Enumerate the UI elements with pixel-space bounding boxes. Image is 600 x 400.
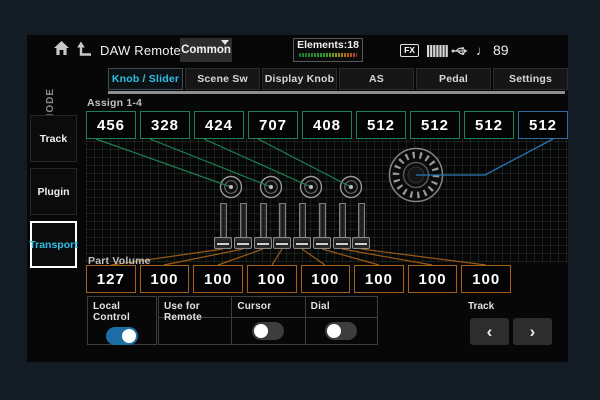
part-volume-4[interactable]: 100 bbox=[247, 265, 297, 293]
assign-value-1[interactable]: 456 bbox=[86, 111, 136, 139]
elements-badge[interactable]: Elements:18 bbox=[293, 38, 363, 62]
assign-value-7[interactable]: 512 bbox=[410, 111, 460, 139]
part-volume-2[interactable]: 100 bbox=[140, 265, 190, 293]
sidebar-item-transport[interactable]: Transport bbox=[30, 221, 77, 268]
part-volume-row: 127 100 100 100 100 100 100 100 bbox=[86, 265, 511, 293]
use-for-remote-label: Use for Remote bbox=[159, 297, 231, 318]
tempo-display: ♩ 89 bbox=[476, 42, 509, 58]
chevron-right-icon: › bbox=[530, 323, 536, 340]
part-volume-5[interactable]: 100 bbox=[301, 265, 351, 293]
track-label: Track bbox=[468, 301, 494, 312]
mode-label: MODE bbox=[45, 62, 59, 122]
device-screen: DAW Remote Common Elements:18 FX ♩ 89 Kno… bbox=[27, 35, 568, 362]
part-select-button[interactable]: Common bbox=[180, 38, 232, 62]
elements-level-meter bbox=[299, 53, 357, 57]
cursor-cell: Cursor bbox=[231, 297, 304, 344]
sidebar-item-track[interactable]: Track bbox=[30, 115, 77, 162]
use-for-remote-cell: Use for Remote bbox=[159, 297, 231, 344]
assign-value-8[interactable]: 512 bbox=[464, 111, 514, 139]
assign-section-label: Assign 1-4 bbox=[87, 97, 142, 109]
tab-bar: Knob / Slider Scene Sw Display Knob AS P… bbox=[108, 68, 568, 90]
part-volume-6[interactable]: 100 bbox=[354, 265, 404, 293]
dial-toggle[interactable] bbox=[325, 322, 357, 340]
track-prev-button[interactable]: ‹ bbox=[470, 318, 509, 345]
track-next-button[interactable]: › bbox=[513, 318, 552, 345]
dial-cell: Dial bbox=[305, 297, 377, 344]
cursor-label: Cursor bbox=[232, 297, 304, 318]
tab-knob-slider[interactable]: Knob / Slider bbox=[108, 68, 183, 90]
assign-value-2[interactable]: 328 bbox=[140, 111, 190, 139]
exit-up-icon[interactable] bbox=[75, 40, 92, 56]
usb-icon bbox=[451, 45, 468, 57]
tab-scene-sw[interactable]: Scene Sw bbox=[185, 68, 260, 90]
local-control-label: Local Control bbox=[88, 297, 156, 323]
home-icon[interactable] bbox=[53, 40, 70, 56]
assign-value-3[interactable]: 424 bbox=[194, 111, 244, 139]
dial-label: Dial bbox=[306, 297, 377, 318]
fx-status-icon: FX bbox=[400, 44, 419, 57]
keyboard-icon bbox=[427, 45, 448, 57]
sidebar-item-plugin[interactable]: Plugin bbox=[30, 168, 77, 215]
local-control-panel: Local Control bbox=[87, 296, 157, 345]
assign-value-6[interactable]: 512 bbox=[356, 111, 406, 139]
part-volume-1[interactable]: 127 bbox=[86, 265, 136, 293]
chevron-left-icon: ‹ bbox=[487, 323, 493, 340]
part-volume-3[interactable]: 100 bbox=[193, 265, 243, 293]
assign-value-5[interactable]: 408 bbox=[302, 111, 352, 139]
cursor-toggle[interactable] bbox=[252, 322, 284, 340]
tab-display-knob[interactable]: Display Knob bbox=[262, 68, 337, 90]
assign-value-4[interactable]: 707 bbox=[248, 111, 298, 139]
tab-as[interactable]: AS bbox=[339, 68, 414, 90]
quarter-note-icon: ♩ bbox=[476, 43, 489, 58]
part-volume-8[interactable]: 100 bbox=[461, 265, 511, 293]
dial-value[interactable]: 512 bbox=[518, 111, 568, 139]
tab-pedal[interactable]: Pedal bbox=[416, 68, 491, 90]
part-volume-7[interactable]: 100 bbox=[408, 265, 458, 293]
tempo-value: 89 bbox=[493, 42, 509, 58]
use-for-remote-panel: Use for Remote Cursor Dial bbox=[158, 296, 378, 345]
part-volume-label: Part Volume bbox=[88, 255, 151, 267]
local-control-toggle[interactable] bbox=[106, 327, 138, 345]
page-title: DAW Remote bbox=[100, 43, 181, 58]
assign-value-row: 456 328 424 707 408 512 512 512 512 bbox=[86, 111, 568, 139]
dropdown-caret-icon bbox=[221, 40, 229, 45]
tab-settings[interactable]: Settings bbox=[493, 68, 568, 90]
tab-scrollbar bbox=[108, 91, 565, 94]
